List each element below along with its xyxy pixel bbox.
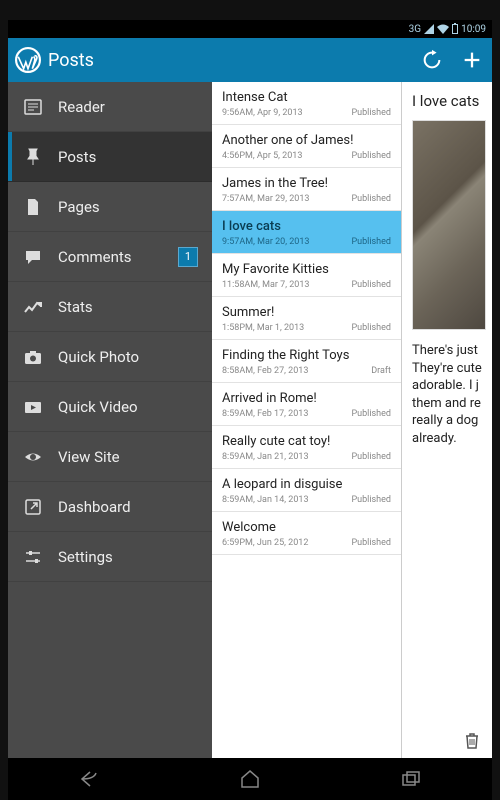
camera-icon (22, 346, 44, 368)
home-button[interactable] (225, 765, 275, 793)
add-button[interactable] (452, 40, 492, 80)
sidebar-item-label: Quick Photo (58, 348, 198, 366)
sidebar-item-label: Pages (58, 198, 198, 216)
pin-icon (22, 146, 44, 168)
detail-body: There's just They're cute adorable. I j … (412, 342, 486, 447)
post-item[interactable]: Summer! 1:58PM, Mar 1, 2013 Published (212, 297, 401, 340)
post-title: Welcome (222, 520, 391, 535)
post-status: Published (351, 194, 391, 204)
post-status: Published (351, 495, 391, 505)
eye-icon (22, 446, 44, 468)
post-time: 8:59AM, Jan 21, 2013 (222, 452, 309, 462)
post-time: 9:57AM, Mar 20, 2013 (222, 237, 309, 247)
sidebar-item-dashboard[interactable]: Dashboard (8, 482, 212, 532)
post-status: Published (351, 409, 391, 419)
sliders-icon (22, 546, 44, 568)
signal-icon (424, 24, 434, 34)
refresh-button[interactable] (412, 40, 452, 80)
reader-icon (22, 96, 44, 118)
comments-badge: 1 (178, 247, 198, 267)
sidebar-item-label: Comments (58, 248, 164, 266)
post-title: Another one of James! (222, 133, 391, 148)
action-bar: Posts (8, 38, 492, 82)
comment-icon (22, 246, 44, 268)
post-title: James in the Tree! (222, 176, 391, 191)
page-icon (22, 196, 44, 218)
post-title: Intense Cat (222, 90, 391, 105)
sidebar-item-quick-video[interactable]: Quick Video (8, 382, 212, 432)
sidebar-item-label: Quick Video (58, 398, 198, 416)
battery-icon (452, 24, 458, 34)
post-time: 9:56AM, Apr 9, 2013 (222, 108, 303, 118)
post-time: 1:58PM, Mar 1, 2013 (222, 323, 304, 333)
sidebar-item-comments[interactable]: Comments 1 (8, 232, 212, 282)
back-button[interactable] (64, 765, 114, 793)
sidebar-item-label: Settings (58, 548, 198, 566)
video-icon (22, 396, 44, 418)
clock: 10:09 (461, 24, 486, 35)
post-status: Published (351, 237, 391, 247)
sidebar-item-pages[interactable]: Pages (8, 182, 212, 232)
wordpress-logo-icon[interactable] (8, 40, 48, 80)
sidebar-item-label: Dashboard (58, 498, 198, 516)
sidebar-item-label: Posts (58, 148, 198, 166)
page-title: Posts (48, 50, 412, 71)
sidebar-item-posts[interactable]: Posts (8, 132, 212, 182)
post-detail: I love cats There's just They're cute ad… (402, 82, 492, 758)
post-status: Published (351, 323, 391, 333)
sidebar: Reader Posts Pages Comments 1 Stats Quic… (8, 82, 212, 758)
post-title: Arrived in Rome! (222, 391, 391, 406)
delete-button[interactable] (462, 730, 482, 750)
post-title: Really cute cat toy! (222, 434, 391, 449)
sidebar-item-label: Reader (58, 98, 198, 116)
sidebar-item-reader[interactable]: Reader (8, 82, 212, 132)
post-list: Intense Cat9:56AM, Apr 9, 2013PublishedA… (212, 82, 402, 758)
post-item[interactable]: My Favorite Kitties 11:58AM, Mar 7, 2013 P… (212, 254, 401, 297)
detail-title: I love cats (412, 92, 486, 110)
android-nav-bar (8, 758, 492, 800)
post-item[interactable]: James in the Tree! 7:57AM, Mar 29, 2013 Pu… (212, 168, 401, 211)
wifi-icon (437, 24, 449, 34)
post-item[interactable]: Intense Cat 9:56AM, Apr 9, 2013 Published (212, 82, 401, 125)
network-label: 3G (409, 24, 421, 35)
post-status: Published (351, 151, 391, 161)
sidebar-item-label: View Site (58, 448, 198, 466)
post-status: Published (351, 452, 391, 462)
post-status: Published (351, 280, 391, 290)
post-title: Summer! (222, 305, 391, 320)
post-item[interactable]: Finding the Right Toys 8:58AM, Feb 27, 20… (212, 340, 401, 383)
post-status: Published (351, 108, 391, 118)
post-time: 7:57AM, Mar 29, 2013 (222, 194, 309, 204)
post-time: 8:59AM, Feb 17, 2013 (222, 409, 308, 419)
post-item[interactable]: Welcome 6:59PM, Jun 25, 2012 Published (212, 512, 401, 555)
sidebar-item-stats[interactable]: Stats (8, 282, 212, 332)
sidebar-item-quick-photo[interactable]: Quick Photo (8, 332, 212, 382)
post-time: 8:59AM, Jan 14, 2013 (222, 495, 309, 505)
post-status: Draft (371, 366, 391, 376)
external-icon (22, 496, 44, 518)
post-item[interactable]: Another one of James! 4:56PM, Apr 5, 2013… (212, 125, 401, 168)
sidebar-item-settings[interactable]: Settings (8, 532, 212, 582)
post-time: 6:59PM, Jun 25, 2012 (222, 538, 308, 548)
post-time: 11:58AM, Mar 7, 2013 (222, 280, 309, 290)
post-item[interactable]: I love cats 9:57AM, Mar 20, 2013 Published (212, 211, 401, 254)
post-title: A leopard in disguise (222, 477, 391, 492)
recent-apps-button[interactable] (386, 765, 436, 793)
post-status: Published (351, 538, 391, 548)
post-item[interactable]: Arrived in Rome! 8:59AM, Feb 17, 2013 Publ… (212, 383, 401, 426)
post-title: Finding the Right Toys (222, 348, 391, 363)
detail-image (412, 120, 486, 330)
android-status-bar: 3G 10:09 (8, 20, 492, 38)
post-item[interactable]: A leopard in disguise 8:59AM, Jan 14, 201… (212, 469, 401, 512)
post-time: 8:58AM, Feb 27, 2013 (222, 366, 308, 376)
sidebar-item-label: Stats (58, 298, 198, 316)
post-title: My Favorite Kitties (222, 262, 391, 277)
sidebar-item-view-site[interactable]: View Site (8, 432, 212, 482)
post-time: 4:56PM, Apr 5, 2013 (222, 151, 302, 161)
post-title: I love cats (222, 219, 391, 234)
stats-icon (22, 296, 44, 318)
post-item[interactable]: Really cute cat toy! 8:59AM, Jan 21, 2013… (212, 426, 401, 469)
